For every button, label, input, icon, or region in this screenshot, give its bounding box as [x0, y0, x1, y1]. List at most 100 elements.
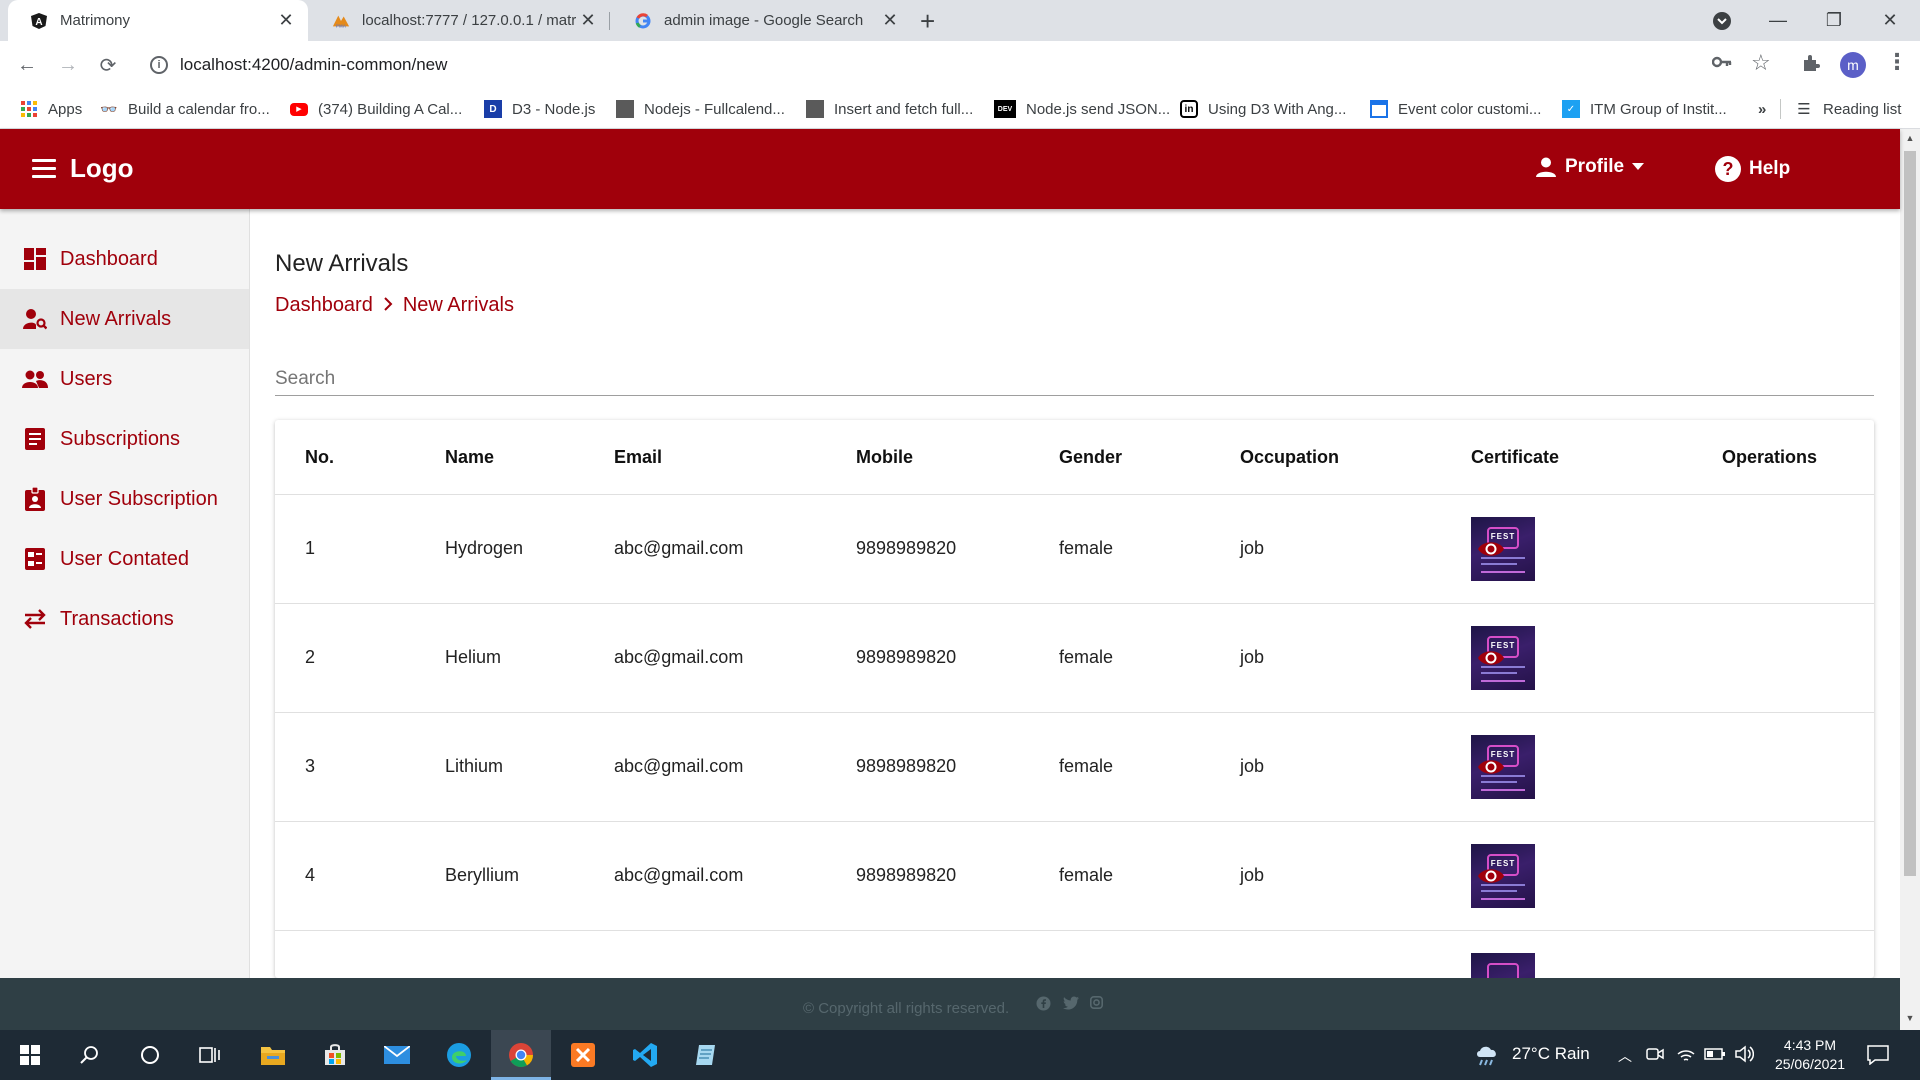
sidebar-item-subscriptions[interactable]: Subscriptions: [0, 409, 249, 469]
view-eye-icon[interactable]: [1477, 647, 1505, 669]
help-button[interactable]: ? Help: [1715, 156, 1790, 182]
search-input[interactable]: [275, 362, 1874, 396]
tab-search-icon[interactable]: [1694, 0, 1750, 41]
cell-gender: female: [1059, 865, 1114, 885]
bookmark-item[interactable]: Insert and fetch full...: [806, 89, 973, 129]
page-scrollbar[interactable]: ▲ ▼: [1900, 129, 1920, 1030]
sidebar-item-new-arrivals[interactable]: New Arrivals: [0, 289, 249, 349]
battery-icon[interactable]: [1704, 1046, 1726, 1066]
taskbar-clock[interactable]: 4:43 PM 25/06/2021: [1770, 1036, 1850, 1074]
profile-menu-button[interactable]: Profile: [1535, 156, 1645, 178]
forward-icon[interactable]: →: [54, 51, 82, 79]
help-icon: ?: [1715, 156, 1741, 182]
restore-icon[interactable]: ❐: [1806, 0, 1862, 41]
task-view-icon[interactable]: [180, 1030, 240, 1080]
bookmark-label: Build a calendar fro...: [128, 100, 270, 118]
column-header-occupation[interactable]: Occupation: [1240, 447, 1339, 468]
certificate-thumbnail[interactable]: [1471, 953, 1535, 978]
weather-rain-icon[interactable]: [1474, 1043, 1502, 1072]
bookmark-item[interactable]: ▶ (374) Building A Cal...: [290, 89, 462, 129]
cortana-icon[interactable]: [120, 1030, 180, 1080]
bookmark-item[interactable]: DEV Node.js send JSON...: [994, 89, 1170, 129]
xampp-icon[interactable]: [553, 1030, 613, 1080]
cell-mobile: 9898989820: [856, 865, 957, 885]
minimize-icon[interactable]: —: [1750, 0, 1806, 41]
browser-profile-avatar[interactable]: m: [1840, 52, 1866, 78]
bookmark-item[interactable]: in Using D3 With Ang...: [1180, 89, 1346, 129]
column-header-email[interactable]: Email: [614, 447, 662, 468]
weather-text[interactable]: 27°C Rain: [1512, 1044, 1590, 1064]
back-icon[interactable]: ←: [13, 51, 41, 79]
reload-icon[interactable]: ⟳: [94, 51, 122, 79]
person-icon: [1535, 156, 1557, 178]
view-eye-icon[interactable]: [1477, 538, 1505, 560]
store-icon[interactable]: [305, 1030, 365, 1080]
youtube-icon: ▶: [290, 102, 308, 116]
close-tab-icon[interactable]: ✕: [274, 10, 298, 31]
bookmark-label: Node.js send JSON...: [1026, 100, 1171, 118]
instagram-icon[interactable]: [1090, 996, 1103, 1012]
bookmark-label: Insert and fetch full...: [834, 100, 974, 118]
view-eye-icon[interactable]: [1477, 756, 1505, 778]
twitter-icon[interactable]: [1063, 996, 1079, 1013]
new-tab-button[interactable]: +: [920, 6, 935, 37]
notepad-icon[interactable]: [677, 1030, 737, 1080]
sidebar-item-dashboard[interactable]: Dashboard: [0, 229, 249, 289]
apps-grid-icon: [20, 100, 38, 118]
column-header-name[interactable]: Name: [445, 447, 494, 468]
bookmark-item[interactable]: D D3 - Node.js: [484, 89, 595, 129]
table-row: 4 Beryllium abc@gmail.com 9898989820 fem…: [275, 822, 1874, 931]
edge-icon[interactable]: [429, 1030, 489, 1080]
close-tab-icon[interactable]: ✕: [878, 10, 902, 31]
scroll-up-arrow-icon[interactable]: ▲: [1900, 133, 1920, 143]
site-info-icon[interactable]: i: [150, 56, 168, 74]
file-explorer-icon[interactable]: [243, 1030, 303, 1080]
sidebar-item-user-subscription[interactable]: User Subscription: [0, 469, 249, 529]
table-row: 2 Helium abc@gmail.com 9898989820 female…: [275, 604, 1874, 713]
cell-name: Helium: [445, 647, 502, 667]
bookmark-label: Nodejs - Fullcalend...: [644, 100, 785, 118]
key-icon[interactable]: [1711, 53, 1732, 74]
browser-tab-phpmyadmin[interactable]: PMA localhost:7777 / 127.0.0.1 / matri ✕: [310, 0, 610, 41]
bookmark-apps[interactable]: Apps: [20, 89, 82, 129]
vscode-icon[interactable]: [615, 1030, 675, 1080]
close-tab-icon[interactable]: ✕: [576, 10, 600, 31]
chrome-taskbar-icon[interactable]: [491, 1030, 551, 1080]
bookmark-item[interactable]: Nodejs - Fullcalend...: [616, 89, 785, 129]
sidebar-item-transactions[interactable]: Transactions: [0, 589, 249, 649]
chrome-menu-icon[interactable]: ⋮: [1886, 49, 1908, 75]
bookmark-star-icon[interactable]: ☆: [1751, 50, 1771, 76]
mail-icon[interactable]: [367, 1030, 427, 1080]
menu-icon[interactable]: [32, 159, 56, 179]
address-bar[interactable]: i localhost:4200/admin-common/new: [140, 47, 1740, 83]
breadcrumb-link-dashboard[interactable]: Dashboard: [275, 294, 373, 317]
facebook-icon[interactable]: [1036, 996, 1051, 1014]
scrollbar-thumb[interactable]: [1904, 151, 1916, 876]
sidebar-item-user-contacted[interactable]: User Contated: [0, 529, 249, 589]
dashboard-icon: [22, 246, 48, 272]
bookmarks-overflow-button[interactable]: »: [1758, 89, 1766, 129]
tab-title: admin image - Google Search: [664, 12, 864, 29]
bookmark-item[interactable]: 👓 Build a calendar fro...: [100, 89, 270, 129]
volume-icon[interactable]: [1734, 1045, 1755, 1068]
tray-chevron-up-icon[interactable]: ︿: [1618, 1046, 1632, 1066]
notifications-icon[interactable]: [1867, 1045, 1889, 1070]
meet-now-icon[interactable]: [1646, 1045, 1664, 1068]
window-close-icon[interactable]: ✕: [1862, 0, 1918, 41]
column-header-no[interactable]: No.: [305, 447, 334, 468]
scroll-down-arrow-icon[interactable]: ▼: [1900, 1013, 1920, 1023]
app-logo[interactable]: Logo: [70, 153, 134, 184]
windows-start-icon[interactable]: [0, 1030, 60, 1080]
browser-tab-google[interactable]: admin image - Google Search ✕: [612, 0, 912, 41]
column-header-gender[interactable]: Gender: [1059, 447, 1122, 468]
bookmark-item[interactable]: Event color customi...: [1370, 89, 1541, 129]
search-icon[interactable]: [60, 1030, 120, 1080]
bookmark-item[interactable]: ✓ ITM Group of Instit...: [1562, 89, 1727, 129]
wifi-icon[interactable]: [1676, 1045, 1696, 1068]
extensions-icon[interactable]: [1801, 53, 1821, 78]
reading-list-button[interactable]: ☰ Reading list: [1795, 89, 1901, 129]
view-eye-icon[interactable]: [1477, 865, 1505, 887]
browser-tab-matrimony[interactable]: A Matrimony ✕: [8, 0, 308, 41]
sidebar-item-users[interactable]: Users: [0, 349, 249, 409]
column-header-mobile[interactable]: Mobile: [856, 447, 913, 468]
